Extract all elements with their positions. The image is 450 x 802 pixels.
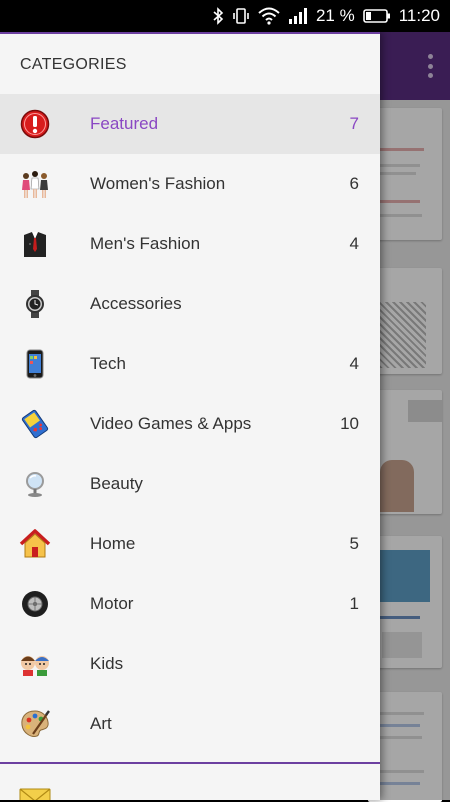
- category-item-kids[interactable]: Kids: [0, 634, 380, 694]
- category-item-featured[interactable]: Featured 7: [0, 94, 380, 154]
- category-item-tech[interactable]: Tech 4: [0, 334, 380, 394]
- category-label: Tech: [90, 354, 126, 373]
- drawer-title: CATEGORIES: [20, 56, 127, 73]
- category-label: Men's Fashion: [90, 234, 201, 253]
- battery-percent: 21 %: [315, 6, 355, 25]
- status-bar: 21 % 11:20: [0, 0, 450, 32]
- phone-icon: [19, 348, 51, 380]
- category-count: 6: [349, 174, 359, 193]
- gameboy-icon: [19, 408, 51, 440]
- category-count: 1: [349, 594, 359, 613]
- categories-drawer: CATEGORIES Featured 7 Women's Fashion 6 …: [0, 32, 380, 800]
- category-item-video-games-apps[interactable]: Video Games & Apps 10: [0, 394, 380, 454]
- mens-fashion-icon: [19, 228, 51, 260]
- category-label: Featured: [90, 114, 159, 133]
- category-item-mens-fashion[interactable]: Men's Fashion 4: [0, 214, 380, 274]
- mail-icon: [19, 788, 51, 800]
- category-count: 4: [349, 354, 359, 373]
- category-count: 4: [349, 234, 359, 253]
- alert-icon: [19, 108, 51, 140]
- category-item-womens-fashion[interactable]: Women's Fashion 6: [0, 154, 380, 214]
- category-item-art[interactable]: Art: [0, 694, 380, 754]
- category-list: Featured 7 Women's Fashion 6 Men's Fashi…: [0, 94, 380, 754]
- category-label: Motor: [90, 594, 134, 613]
- drawer-top-divider: [0, 32, 380, 34]
- palette-icon: [19, 708, 51, 740]
- signal-icon: [288, 7, 308, 25]
- category-label: Home: [90, 534, 136, 553]
- category-count: 5: [349, 534, 359, 553]
- category-item-beauty[interactable]: Beauty: [0, 454, 380, 514]
- category-label: Beauty: [90, 474, 143, 493]
- kids-icon: [19, 648, 51, 680]
- battery-icon: [362, 8, 391, 24]
- drawer-bottom-item[interactable]: [0, 784, 380, 800]
- category-count: 10: [340, 414, 359, 433]
- womens-fashion-icon: [19, 168, 51, 200]
- category-label: Accessories: [90, 294, 182, 313]
- category-item-home[interactable]: Home 5: [0, 514, 380, 574]
- category-item-accessories[interactable]: Accessories: [0, 274, 380, 334]
- tire-icon: [19, 588, 51, 620]
- category-label: Kids: [90, 654, 124, 673]
- mirror-icon: [19, 468, 51, 500]
- wifi-icon: [258, 7, 280, 25]
- category-count: 7: [349, 114, 359, 133]
- house-icon: [19, 528, 51, 560]
- category-label: Women's Fashion: [90, 174, 226, 193]
- category-label: Art: [90, 714, 112, 733]
- vibrate-icon: [232, 7, 250, 25]
- watch-icon: [19, 288, 51, 320]
- category-label: Video Games & Apps: [90, 414, 252, 433]
- bluetooth-icon: [212, 7, 224, 25]
- clock: 11:20: [398, 6, 440, 25]
- category-item-motor[interactable]: Motor 1: [0, 574, 380, 634]
- drawer-section-divider: [0, 762, 380, 764]
